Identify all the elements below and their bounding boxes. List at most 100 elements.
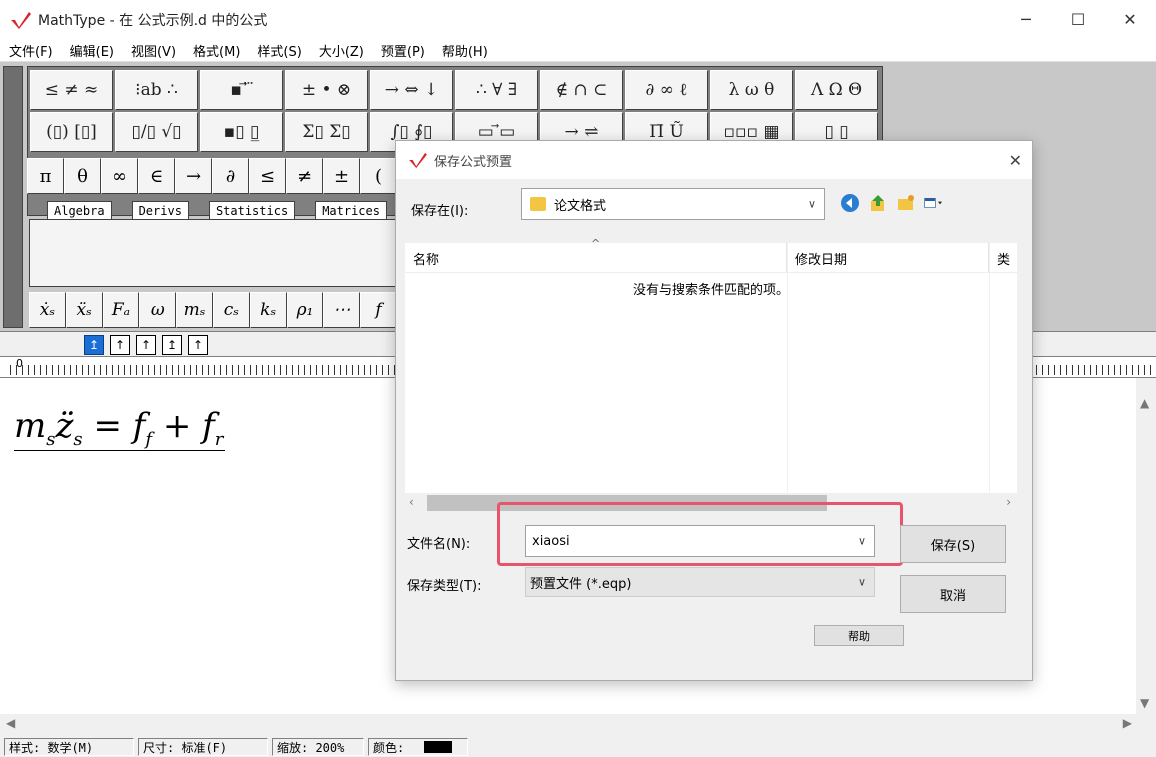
menu-preferences[interactable]: 预置(P)	[372, 41, 433, 60]
tab-statistics[interactable]: Statistics	[208, 201, 296, 219]
symbol-pi[interactable]: π	[27, 158, 64, 194]
tab-panel	[29, 219, 397, 287]
symbol-arrow[interactable]: →	[175, 158, 212, 194]
filetype-value: 预置文件 (*.eqp)	[530, 576, 632, 592]
editor-horizontal-scrollbar[interactable]: ◀ ▶	[0, 714, 1156, 734]
nudge-up-active-button[interactable]: ↥	[84, 335, 104, 355]
menu-view[interactable]: 视图(V)	[122, 41, 184, 60]
palette-relations[interactable]: ≤ ≠ ≈	[30, 70, 113, 110]
title-bar: MathType - 在 公式示例.d 中的公式 ─ ☐ ✕	[0, 0, 1156, 39]
palette-fences[interactable]: (▯) [▯]	[30, 112, 113, 152]
menu-edit[interactable]: 编辑(E)	[61, 41, 122, 60]
nav-toolbar	[840, 193, 944, 213]
scroll-right-icon[interactable]: ▶	[1123, 716, 1132, 730]
save-button[interactable]: 保存(S)	[900, 525, 1006, 563]
symbol-neq[interactable]: ≠	[286, 158, 323, 194]
palette-arrows[interactable]: → ⇔ ↓	[370, 70, 453, 110]
template-f[interactable]: f	[360, 292, 397, 328]
nudge-up-button[interactable]: ↑	[110, 335, 130, 355]
scroll-left-icon[interactable]: ‹	[409, 495, 414, 509]
up-folder-icon[interactable]	[868, 193, 888, 213]
symbol-partial[interactable]: ∂	[212, 158, 249, 194]
symbol-theta[interactable]: θ	[64, 158, 101, 194]
template-x-ddot[interactable]: ẍₛ	[65, 292, 103, 328]
palette-misc[interactable]: ∂ ∞ ℓ	[625, 70, 708, 110]
save-in-dropdown[interactable]: 论文格式 ∨	[521, 188, 825, 220]
palette-logic[interactable]: ∴ ∀ ∃	[455, 70, 538, 110]
color-swatch	[424, 741, 453, 753]
symbol-infinity[interactable]: ∞	[101, 158, 138, 194]
filename-highlight-box	[497, 502, 903, 566]
eq-plus: +	[152, 406, 203, 446]
template-c-s[interactable]: cₛ	[212, 292, 250, 328]
menu-help[interactable]: 帮助(H)	[433, 41, 496, 60]
file-list[interactable]: 名称 修改日期 类 ^ 没有与搜索条件匹配的项。 ‹ ›	[405, 237, 1017, 513]
save-in-label: 保存在(I):	[411, 204, 469, 219]
dialog-close-icon[interactable]: ✕	[1009, 151, 1022, 170]
template-x-dot[interactable]: ẋₛ	[29, 292, 66, 328]
maximize-button[interactable]: ☐	[1052, 0, 1104, 39]
filetype-label: 保存类型(T):	[407, 579, 482, 594]
new-folder-icon[interactable]	[896, 193, 916, 213]
palette-embellishments[interactable]: ▪ ⃗ ⃛	[200, 70, 283, 110]
palette-greek-upper[interactable]: Λ Ω Θ	[795, 70, 878, 110]
eq-zddot: z̈	[55, 406, 74, 446]
nudge-up-3-button[interactable]: ↥	[162, 335, 182, 355]
menu-file[interactable]: 文件(F)	[0, 41, 61, 60]
template-bar: ẋₛ ẍₛ Fₐ ω mₛ cₛ kₛ ρ₁ ⋯ f	[29, 292, 397, 328]
tab-algebra[interactable]: Algebra	[47, 201, 112, 219]
view-menu-icon[interactable]	[924, 193, 944, 213]
template-k-s[interactable]: kₛ	[249, 292, 287, 328]
status-bar: 样式: 数学(M) 尺寸: 标准(F) 缩放: 200% 颜色:	[0, 737, 1156, 757]
menu-size[interactable]: 大小(Z)	[310, 41, 372, 60]
window-title: MathType - 在 公式示例.d 中的公式	[38, 12, 268, 29]
menu-format[interactable]: 格式(M)	[184, 41, 248, 60]
template-rho-1[interactable]: ρ₁	[286, 292, 324, 328]
symbol-element-of[interactable]: ∈	[138, 158, 175, 194]
symbol-plusminus[interactable]: ±	[323, 158, 360, 194]
empty-message: 没有与搜索条件匹配的项。	[632, 283, 789, 298]
toolbar-grip[interactable]	[3, 66, 23, 328]
equation[interactable]: msz̈s = ff + fr	[14, 406, 226, 451]
symbol-leq[interactable]: ≤	[249, 158, 286, 194]
help-button[interactable]: 帮助	[814, 625, 904, 646]
palette-greek-lower[interactable]: λ ω θ	[710, 70, 793, 110]
folder-icon	[530, 197, 546, 211]
nudge-up-2-button[interactable]: ↑	[136, 335, 156, 355]
scroll-down-icon[interactable]: ▼	[1140, 696, 1149, 710]
template-omega[interactable]: ω	[139, 292, 177, 328]
close-button[interactable]: ✕	[1104, 0, 1156, 39]
scroll-right-icon[interactable]: ›	[1006, 495, 1011, 509]
minimize-button[interactable]: ─	[1000, 0, 1052, 39]
template-f-a[interactable]: Fₐ	[102, 292, 140, 328]
tab-derivs[interactable]: Derivs	[131, 201, 189, 219]
palette-scripts[interactable]: ▪▯ ▯̲	[200, 112, 283, 152]
nudge-up-4-button[interactable]: ↑	[188, 335, 208, 355]
tab-bar: Algebra Derivs Statistics Matrices	[27, 199, 397, 219]
status-zoom: 缩放: 200%	[272, 738, 364, 756]
palette-operators[interactable]: ± • ⊗	[285, 70, 368, 110]
chevron-down-icon: ∨	[857, 575, 866, 589]
column-type[interactable]: 类	[989, 243, 1017, 273]
palette-sums[interactable]: Σ▯ Σ▯	[285, 112, 368, 152]
eq-f2: f	[202, 406, 215, 446]
scroll-up-icon[interactable]: ▲	[1140, 396, 1149, 410]
template-small[interactable]: ⋯	[323, 292, 361, 328]
eq-sub-s2: s	[73, 428, 83, 450]
sort-up-icon: ^	[591, 237, 601, 250]
mathtype-logo-icon	[11, 11, 31, 29]
symbol-paren[interactable]: (	[360, 158, 397, 194]
palette-spaces[interactable]: ⁝ab ∴	[115, 70, 198, 110]
column-modified[interactable]: 修改日期	[787, 243, 989, 273]
symbol-bar: π θ ∞ ∈ → ∂ ≤ ≠ ± (	[27, 158, 397, 194]
palette-fractions[interactable]: ▯/▯ √▯	[115, 112, 198, 152]
template-m-s[interactable]: mₛ	[176, 292, 213, 328]
editor-vertical-scrollbar[interactable]: ▲ ▼	[1136, 392, 1156, 714]
menu-style[interactable]: 样式(S)	[248, 41, 309, 60]
palette-sets[interactable]: ∉ ∩ ⊂	[540, 70, 623, 110]
back-icon[interactable]	[840, 193, 860, 213]
cancel-button[interactable]: 取消	[900, 575, 1006, 613]
tab-matrices[interactable]: Matrices	[315, 201, 387, 219]
scroll-left-icon[interactable]: ◀	[6, 716, 15, 730]
filetype-dropdown[interactable]: 预置文件 (*.eqp) ∨	[525, 567, 875, 597]
